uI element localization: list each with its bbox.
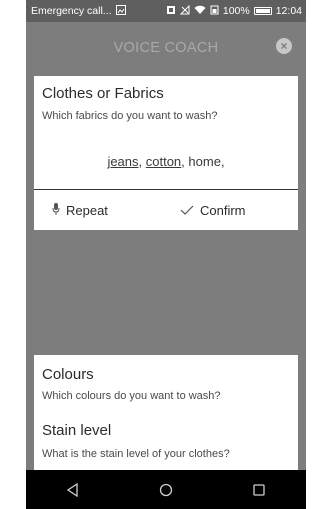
upcoming-question-subtitle: What is the stain level of your clothes? [42,448,230,460]
answer-chip[interactable]: cotton [146,154,181,169]
upcoming-question-subtitle: Which colours do you want to wash? [42,390,221,402]
battery-percent: 100% [222,5,250,17]
question-title: Clothes or Fabrics [42,85,164,102]
phone-screen: Emergency call... 100% 12:04 VOICE COACH… [26,0,306,509]
upcoming-question-title: Colours [42,366,94,383]
recents-square-icon[interactable] [245,476,273,504]
upcoming-question-title: Stain level [42,422,112,439]
home-circle-icon[interactable] [152,476,180,504]
notification-text: Emergency call... [31,5,112,17]
image-notification-icon [115,4,126,18]
no-signal-icon [179,4,190,18]
recognized-answers: jeans, cotton, home, [107,154,225,169]
confirm-button[interactable]: Confirm [180,203,246,218]
answer-chip[interactable]: home [188,154,221,169]
status-bar: Emergency call... 100% 12:04 [26,0,306,22]
clock: 12:04 [275,5,302,17]
repeat-label: Repeat [66,203,108,218]
repeat-button[interactable]: Repeat [52,203,108,218]
page-title: VOICE COACH [113,40,219,56]
screen-frame: Emergency call... 100% 12:04 VOICE COACH… [0,0,322,509]
close-icon[interactable]: × [276,38,292,54]
storage-icon [210,5,219,18]
back-triangle-icon[interactable] [59,476,87,504]
voice-coach-header: VOICE COACH × [26,22,306,74]
answer-chip[interactable]: jeans [107,154,138,169]
battery-icon [253,7,272,15]
question-card: Clothes or Fabrics Which fabrics do you … [34,76,298,230]
navigation-bar [26,470,306,509]
confirm-label: Confirm [200,203,246,218]
microphone-icon [52,203,60,218]
check-icon [180,203,194,218]
divider [34,189,298,190]
sim-icon [166,5,176,18]
upcoming-questions-card: Colours Which colours do you want to was… [34,355,298,470]
question-subtitle: Which fabrics do you want to wash? [42,110,218,122]
wifi-icon [194,5,206,18]
